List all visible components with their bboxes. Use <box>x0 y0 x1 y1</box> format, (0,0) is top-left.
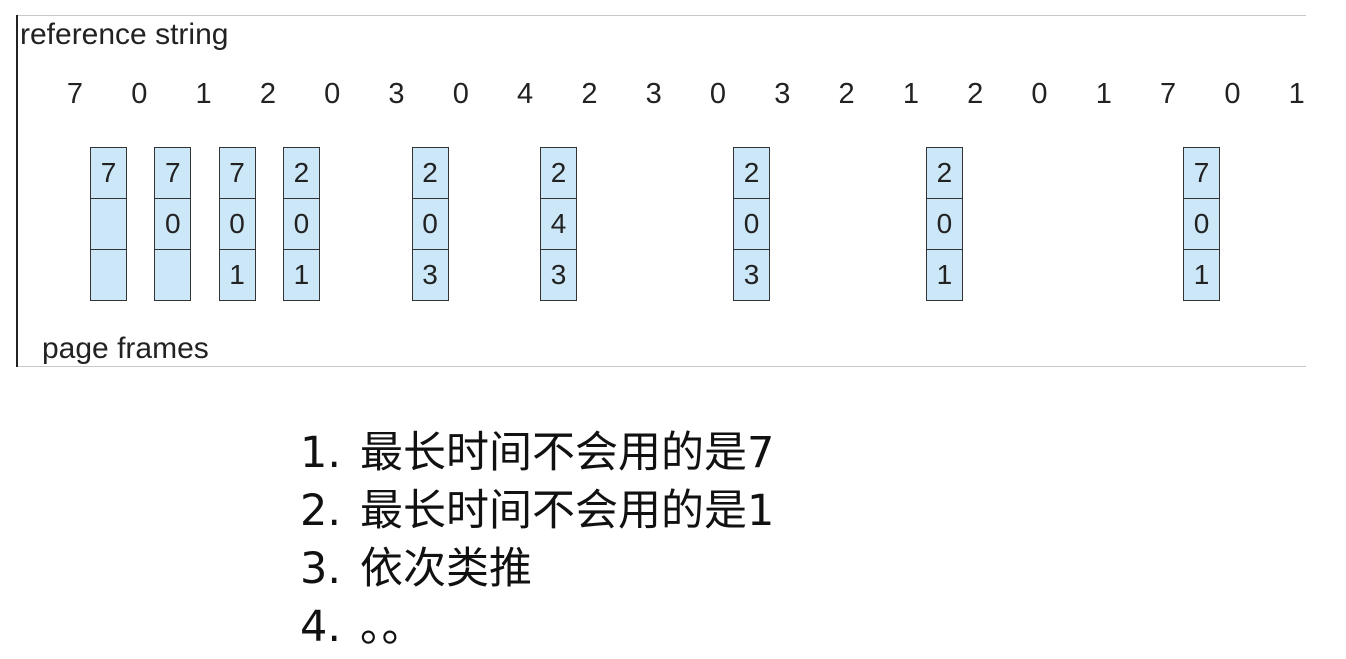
frame-cell: 3 <box>540 250 578 301</box>
note-number: 2. <box>300 486 342 536</box>
reference-item: 0 <box>1224 78 1241 110</box>
frame-cell: 7 <box>90 147 127 199</box>
frame-stack: 70 <box>154 147 192 303</box>
note-text: 最长时间不会用的是1 <box>360 486 775 536</box>
frame-cell <box>90 199 127 250</box>
frame-cell: 1 <box>1183 250 1221 301</box>
frame-cell: 7 <box>218 147 256 199</box>
frame-cell: 2 <box>411 147 449 199</box>
reference-item: 2 <box>838 78 855 110</box>
frame-stack: 7 <box>90 147 127 303</box>
note-text: 。。 <box>360 602 425 652</box>
reference-item: 4 <box>517 78 534 110</box>
frame-stack: 201 <box>282 147 320 303</box>
reference-item: 7 <box>1160 78 1177 110</box>
frame-cell: 2 <box>925 147 963 199</box>
reference-item: 1 <box>1288 78 1305 110</box>
reference-item: 1 <box>195 78 212 110</box>
note-text: 依次类推 <box>360 544 532 594</box>
note-item: 1. 最长时间不会用的是7 <box>300 424 774 482</box>
reference-item: 2 <box>581 78 598 110</box>
top-divider <box>16 15 1306 16</box>
reference-item: 1 <box>902 78 919 110</box>
reference-item: 7 <box>66 78 84 110</box>
frame-cell: 0 <box>218 199 256 250</box>
frame-cell: 3 <box>411 250 449 301</box>
bottom-divider <box>16 366 1306 367</box>
frame-cell: 0 <box>1183 199 1221 250</box>
frame-cell <box>154 250 192 301</box>
reference-item: 0 <box>452 78 469 110</box>
frame-stack: 203 <box>411 147 449 303</box>
reference-item: 3 <box>774 78 791 110</box>
frame-cell: 7 <box>154 147 192 199</box>
page-replacement-diagram: reference string 70120304230321201701 77… <box>0 0 1310 368</box>
note-item: 3. 依次类推 <box>300 540 774 598</box>
frame-cell: 0 <box>925 199 963 250</box>
frame-cell: 4 <box>540 199 578 250</box>
reference-item: 0 <box>131 78 148 110</box>
frame-cell: 0 <box>154 199 192 250</box>
frame-cell: 0 <box>733 199 770 250</box>
reference-item: 3 <box>388 78 405 110</box>
frame-cell: 0 <box>282 199 320 250</box>
note-number: 1. <box>300 428 342 478</box>
note-number: 3. <box>300 544 342 594</box>
reference-item: 2 <box>259 78 276 110</box>
note-item: 2. 最长时间不会用的是1 <box>300 482 774 540</box>
frame-cell: 2 <box>540 147 578 199</box>
reference-string-label: reference string <box>20 18 229 51</box>
reference-item: 0 <box>1031 78 1048 110</box>
reference-item: 1 <box>1095 78 1112 110</box>
frame-cell: 0 <box>411 199 449 250</box>
frame-stack: 701 <box>1183 147 1221 303</box>
frame-cell <box>90 250 127 301</box>
reference-item: 0 <box>324 78 341 110</box>
reference-item: 3 <box>645 78 662 110</box>
frame-cell: 1 <box>218 250 256 301</box>
frame-stack: 201 <box>925 147 963 303</box>
frame-stack: 243 <box>540 147 578 303</box>
reference-item: 2 <box>967 78 984 110</box>
frame-stack: 701 <box>218 147 256 303</box>
left-border <box>16 15 18 367</box>
note-text: 最长时间不会用的是7 <box>360 428 775 478</box>
frame-cell: 1 <box>925 250 963 301</box>
page-frames-label: page frames <box>42 332 209 365</box>
frame-cell: 2 <box>282 147 320 199</box>
frame-cell: 2 <box>733 147 770 199</box>
note-number: 4. <box>300 602 342 652</box>
frame-cell: 7 <box>1183 147 1221 199</box>
frame-cell: 1 <box>282 250 320 301</box>
notes-list: 1. 最长时间不会用的是7 2. 最长时间不会用的是1 3. 依次类推 4. 。。 <box>300 424 774 656</box>
frame-stack: 203 <box>733 147 770 303</box>
note-item: 4. 。。 <box>300 598 774 656</box>
frame-cell: 3 <box>733 250 770 301</box>
reference-item: 0 <box>709 78 727 110</box>
